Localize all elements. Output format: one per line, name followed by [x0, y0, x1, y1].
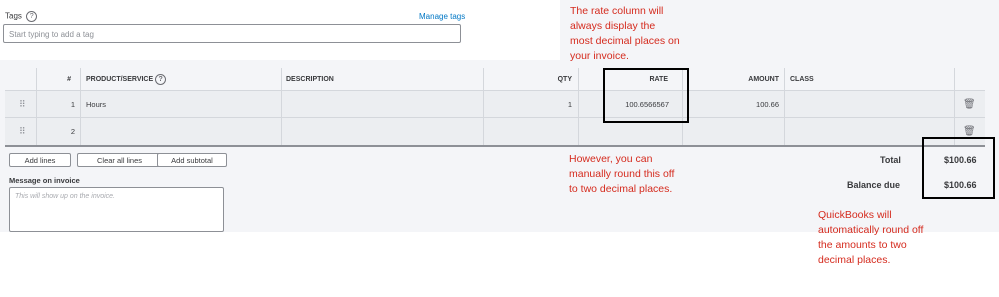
table-row[interactable]: ⠿ 2 🗑 — [5, 118, 985, 147]
column-divider — [784, 68, 785, 90]
column-divider — [578, 68, 579, 90]
description-cell[interactable] — [286, 118, 476, 145]
rate-highlight-box — [603, 68, 689, 123]
class-cell[interactable] — [790, 91, 950, 117]
column-divider — [483, 118, 484, 145]
annotation-line: your invoice. — [570, 50, 629, 62]
quickbooks-annotation: QuickBooks will automatically round off … — [818, 208, 923, 268]
header-description: DESCRIPTION — [286, 75, 334, 83]
header-class: CLASS — [790, 75, 814, 83]
description-cell[interactable] — [286, 91, 476, 117]
qty-cell[interactable] — [483, 118, 572, 145]
column-divider — [36, 118, 37, 145]
header-product: PRODUCT/SERVICE ? — [86, 68, 236, 90]
amount-cell[interactable]: 100.66 — [687, 91, 779, 117]
row-num: 1 — [70, 99, 75, 109]
round-annotation: However, you can manually round this off… — [569, 152, 674, 197]
add-subtotal-button[interactable]: Add subtotal — [157, 153, 227, 167]
add-lines-button[interactable]: Add lines — [9, 153, 71, 167]
annotation-line: The rate column will — [570, 5, 664, 17]
product-cell[interactable]: Hours — [86, 91, 266, 117]
balance-due-label: Balance due — [847, 180, 901, 190]
help-icon[interactable]: ? — [155, 73, 167, 85]
qty-cell[interactable]: 1 — [483, 91, 572, 117]
column-divider — [281, 68, 282, 90]
table-header-row: # PRODUCT/SERVICE ? DESCRIPTION QTY RATE… — [5, 68, 985, 91]
product-cell[interactable] — [86, 118, 266, 145]
column-divider — [483, 68, 484, 90]
clear-all-lines-button[interactable]: Clear all lines — [77, 153, 162, 167]
table-row[interactable]: ⠿ 1 Hours 1 100.6566567 100.66 🗑 — [5, 91, 985, 118]
column-divider — [80, 118, 81, 145]
column-divider — [80, 68, 81, 90]
header-product-label: PRODUCT/SERVICE — [86, 75, 154, 83]
message-label: Message on invoice — [9, 176, 80, 185]
row-num: 2 — [70, 127, 75, 136]
annotation-line: decimal places. — [818, 254, 891, 266]
drag-handle-icon[interactable]: ⠿ — [19, 118, 26, 145]
drag-handle-icon[interactable]: ⠿ — [19, 91, 26, 117]
column-divider — [281, 118, 282, 145]
column-divider — [36, 68, 37, 90]
header-qty: QTY — [557, 75, 572, 83]
annotation-line: automatically round off — [818, 224, 924, 236]
total-label: Total — [880, 155, 901, 165]
header-amount: AMOUNT — [748, 75, 779, 83]
annotation-line: most decimal places on — [570, 35, 680, 47]
tags-label: Tags ? — [5, 11, 38, 22]
column-divider — [784, 118, 785, 145]
tag-input[interactable]: Start typing to add a tag — [3, 24, 461, 43]
annotation-line: the amounts to two — [818, 239, 907, 251]
column-divider — [578, 118, 579, 145]
column-divider — [578, 91, 579, 117]
column-divider — [80, 91, 81, 117]
annotation-line: QuickBooks will — [818, 209, 892, 221]
column-divider — [36, 91, 37, 117]
totals-highlight-box — [922, 137, 995, 199]
column-divider — [483, 91, 484, 117]
annotation-line: However, you can — [569, 153, 653, 165]
tags-label-text: Tags — [5, 11, 22, 21]
help-icon[interactable]: ? — [26, 11, 38, 22]
manage-tags-link[interactable]: Manage tags — [419, 12, 465, 21]
column-divider — [954, 68, 955, 90]
annotation-line: always display the — [570, 20, 656, 32]
header-num: # — [67, 75, 71, 83]
trash-icon[interactable]: 🗑 — [963, 91, 976, 117]
column-divider — [281, 91, 282, 117]
rate-annotation: The rate column will always display the … — [570, 4, 680, 64]
annotation-line: manually round this off — [569, 168, 675, 180]
column-divider — [784, 91, 785, 117]
message-input[interactable]: This will show up on the invoice. — [9, 187, 224, 232]
annotation-line: to two decimal places. — [569, 183, 673, 195]
amount-cell[interactable] — [687, 118, 779, 145]
column-divider — [954, 91, 955, 117]
